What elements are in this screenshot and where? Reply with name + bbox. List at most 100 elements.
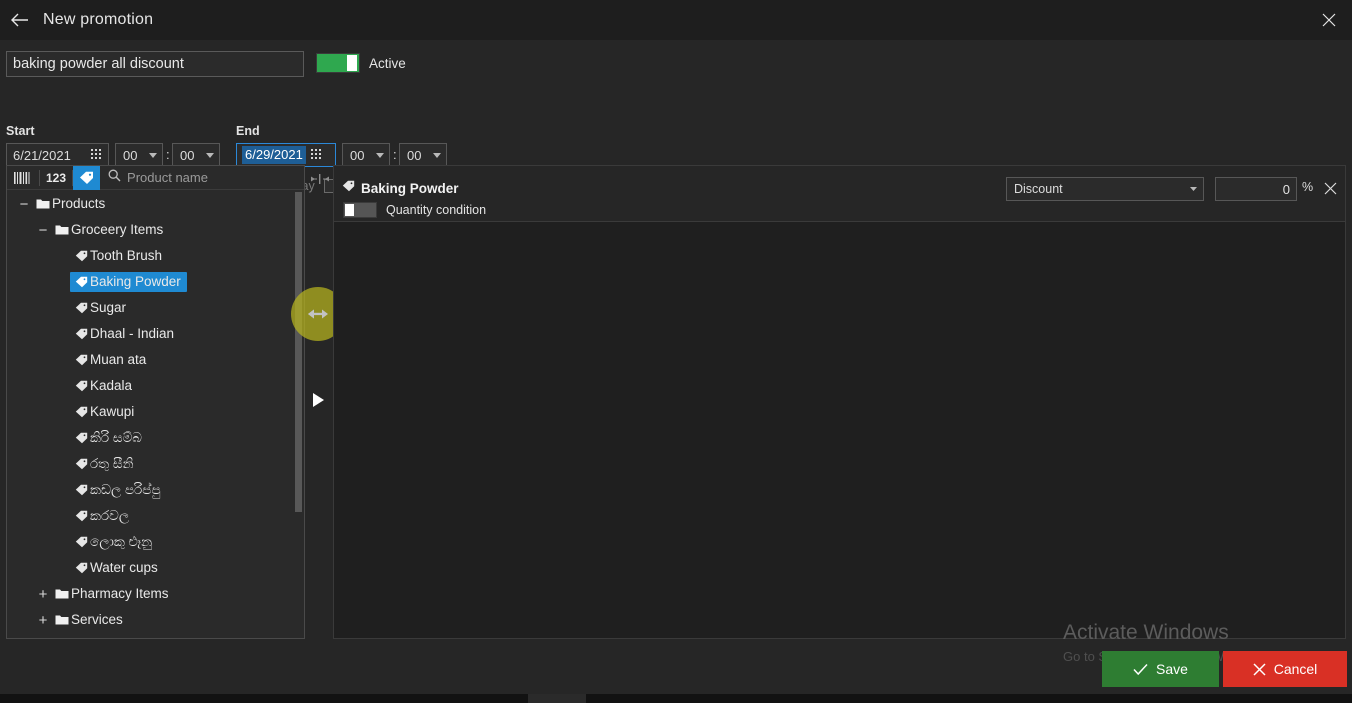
rule-header: Baking Powder Quantity condition Discoun… bbox=[334, 166, 1345, 222]
end-hour-value: 00 bbox=[350, 147, 365, 163]
tree-node-label: ලොකු ළූනු bbox=[90, 533, 153, 549]
tree-node[interactable]: කිරි සම්බ bbox=[8, 425, 303, 451]
end-minute-value: 00 bbox=[407, 147, 422, 163]
start-hour-select[interactable]: 00 bbox=[115, 143, 163, 167]
quantity-condition-label: Quantity condition bbox=[386, 203, 487, 217]
tree-node[interactable]: Dhaal - Indian bbox=[8, 321, 303, 347]
check-icon bbox=[1133, 663, 1148, 676]
barcode-icon[interactable] bbox=[7, 166, 39, 190]
tree-node-label: Products bbox=[52, 196, 106, 211]
tree-node-label: Pharmacy Items bbox=[71, 586, 169, 601]
promotion-rule-panel: Baking Powder Quantity condition Discoun… bbox=[333, 165, 1346, 639]
start-date-input[interactable]: 6/21/2021 bbox=[6, 143, 109, 167]
tree-node[interactable]: Water cups bbox=[8, 555, 303, 581]
tree-node[interactable]: + Services bbox=[8, 607, 303, 633]
tag-icon bbox=[72, 354, 90, 366]
start-time-colon: : bbox=[166, 147, 170, 162]
end-date-value: 6/29/2021 bbox=[242, 146, 306, 164]
tag-icon bbox=[72, 302, 90, 314]
quantity-condition-toggle[interactable] bbox=[343, 202, 377, 218]
tree-node[interactable]: ලොකු ළූනු bbox=[8, 529, 303, 555]
folder-icon bbox=[53, 614, 71, 626]
tree-node-label: Baking Powder bbox=[90, 274, 181, 289]
end-date-input[interactable]: 6/29/2021 bbox=[236, 143, 336, 167]
tree-node[interactable]: Tooth Brush bbox=[8, 243, 303, 269]
tree-node-label: Kawupi bbox=[90, 404, 135, 419]
end-hour-select[interactable]: 00 bbox=[342, 143, 390, 167]
start-minute-select[interactable]: 00 bbox=[172, 143, 220, 167]
tree-node[interactable]: Kawupi bbox=[8, 399, 303, 425]
product-tree-toolbar: 123 bbox=[7, 165, 304, 190]
expand-icon[interactable]: + bbox=[35, 586, 51, 602]
tag-icon bbox=[72, 328, 90, 340]
end-minute-select[interactable]: 00 bbox=[399, 143, 447, 167]
product-search-input[interactable] bbox=[127, 170, 304, 185]
rule-item-title: Baking Powder bbox=[342, 179, 459, 197]
tree-node[interactable]: Kadala bbox=[8, 373, 303, 399]
expand-icon[interactable]: + bbox=[35, 612, 51, 628]
tree-node[interactable]: රතු සීනි bbox=[8, 451, 303, 477]
cancel-button[interactable]: Cancel bbox=[1223, 651, 1347, 687]
active-toggle-row: Active bbox=[316, 53, 406, 73]
tree-node-label: රතු සීනි bbox=[90, 455, 134, 471]
tree-scrollbar[interactable] bbox=[295, 192, 302, 636]
calendar-icon[interactable] bbox=[306, 149, 328, 161]
tree-node[interactable]: + Pharmacy Items bbox=[8, 581, 303, 607]
save-button[interactable]: Save bbox=[1102, 651, 1219, 687]
tree-node[interactable]: Sugar bbox=[8, 295, 303, 321]
tree-node-label: Muan ata bbox=[90, 352, 147, 367]
tag-icon bbox=[72, 562, 90, 574]
tree-node[interactable]: Baking Powder bbox=[8, 269, 303, 295]
search-icon bbox=[108, 169, 121, 187]
remove-rule-icon[interactable] bbox=[1320, 178, 1340, 198]
tree-node[interactable]: − Products bbox=[8, 191, 303, 217]
calendar-icon[interactable] bbox=[86, 149, 108, 161]
tree-node[interactable]: Muan ata bbox=[8, 347, 303, 373]
quantity-condition-row: Quantity condition bbox=[343, 202, 486, 218]
tree-node-label: Water cups bbox=[90, 560, 158, 575]
tree-node[interactable]: − Groceery Items bbox=[8, 217, 303, 243]
tag-icon bbox=[72, 406, 90, 418]
discount-type-value: Discount bbox=[1014, 182, 1063, 196]
discount-type-select[interactable]: Discount bbox=[1006, 177, 1204, 201]
tree-node[interactable]: කරවල bbox=[8, 503, 303, 529]
tree-node-label: Dhaal - Indian bbox=[90, 326, 175, 341]
start-minute-value: 00 bbox=[180, 147, 195, 163]
panel-splitter[interactable] bbox=[308, 165, 330, 639]
tag-icon bbox=[72, 510, 90, 522]
triangle-right-icon[interactable] bbox=[313, 393, 324, 412]
title-bar: New promotion bbox=[0, 0, 1352, 40]
folder-icon bbox=[34, 198, 52, 210]
collapse-icon[interactable]: − bbox=[35, 222, 51, 238]
active-toggle[interactable] bbox=[316, 53, 360, 73]
tree-node[interactable]: කඩල පරිප්පු bbox=[8, 477, 303, 503]
tag-icon bbox=[72, 458, 90, 470]
back-arrow-icon[interactable] bbox=[0, 0, 40, 40]
number-search-button[interactable]: 123 bbox=[40, 166, 72, 190]
folder-icon bbox=[53, 588, 71, 600]
horizontal-resize-icon bbox=[310, 171, 330, 189]
tree-node-label: Services bbox=[71, 612, 123, 627]
promotion-name-input[interactable] bbox=[6, 51, 304, 77]
active-label: Active bbox=[369, 55, 406, 71]
cancel-button-label: Cancel bbox=[1273, 661, 1318, 677]
collapse-icon[interactable]: − bbox=[16, 196, 32, 212]
close-icon[interactable] bbox=[1306, 0, 1352, 40]
folder-icon bbox=[53, 224, 71, 236]
start-date-value: 6/21/2021 bbox=[13, 147, 71, 163]
page-title: New promotion bbox=[43, 11, 154, 28]
discount-value-input[interactable] bbox=[1215, 177, 1297, 201]
chevron-down-icon bbox=[1183, 187, 1203, 191]
percent-sign: % bbox=[1302, 180, 1314, 194]
tag-icon[interactable] bbox=[73, 165, 101, 190]
